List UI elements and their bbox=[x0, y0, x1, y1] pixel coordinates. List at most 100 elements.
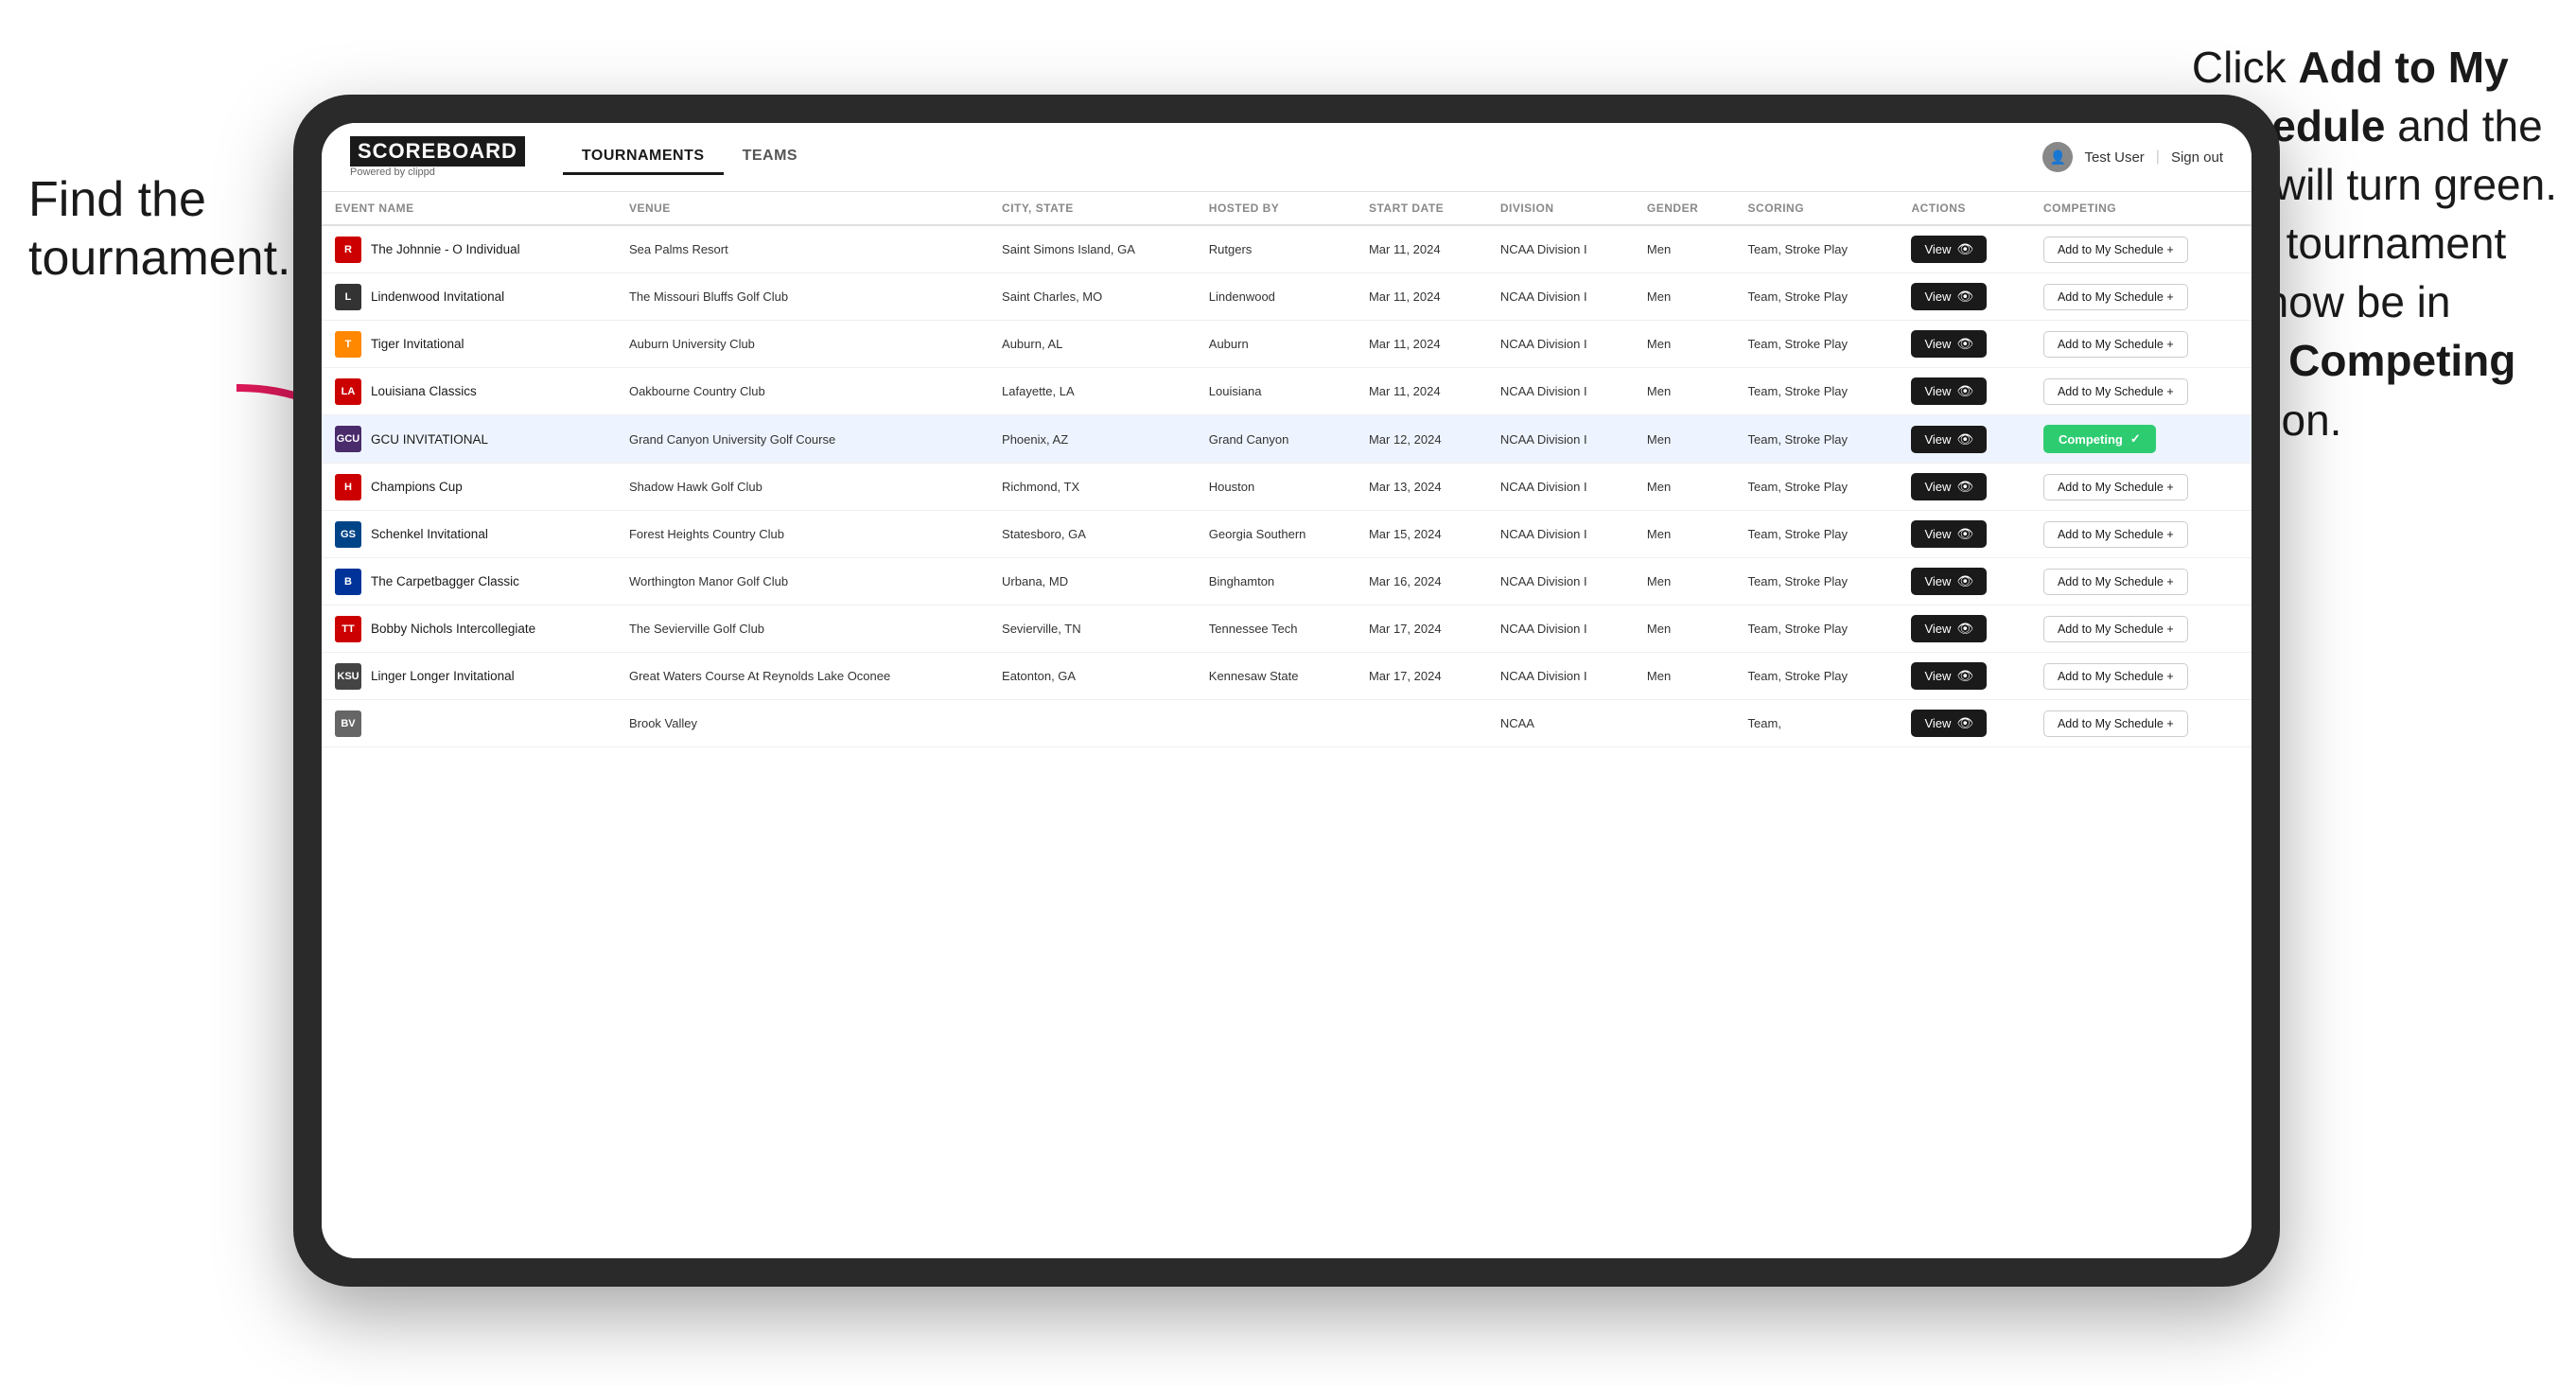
scoring-cell: Team, Stroke Play bbox=[1735, 511, 1899, 558]
team-logo: T bbox=[335, 331, 361, 358]
start-date-cell bbox=[1356, 700, 1487, 747]
view-button[interactable]: View 👁 bbox=[1911, 473, 1987, 500]
start-date-cell: Mar 11, 2024 bbox=[1356, 273, 1487, 321]
scoring-cell: Team, Stroke Play bbox=[1735, 368, 1899, 415]
tournaments-table: EVENT NAME VENUE CITY, STATE HOSTED BY S… bbox=[322, 192, 2252, 747]
add-to-schedule-button[interactable]: Add to My Schedule + bbox=[2043, 663, 2188, 690]
hosted-by-cell: Binghamton bbox=[1196, 558, 1356, 605]
hosted-by-cell: Houston bbox=[1196, 464, 1356, 511]
view-button[interactable]: View 👁 bbox=[1911, 520, 1987, 548]
team-logo: H bbox=[335, 474, 361, 500]
venue-cell: Great Waters Course At Reynolds Lake Oco… bbox=[616, 653, 989, 700]
eye-icon: 👁 bbox=[1956, 715, 1973, 731]
tab-tournaments[interactable]: TOURNAMENTS bbox=[563, 140, 724, 175]
add-to-schedule-button[interactable]: Add to My Schedule + bbox=[2043, 711, 2188, 737]
eye-icon: 👁 bbox=[1956, 431, 1973, 447]
view-button[interactable]: View 👁 bbox=[1911, 710, 1987, 737]
event-name-text: Linger Longer Invitational bbox=[371, 669, 515, 683]
view-button[interactable]: View 👁 bbox=[1911, 283, 1987, 310]
start-date-cell: Mar 17, 2024 bbox=[1356, 653, 1487, 700]
actions-cell: View 👁 bbox=[1898, 415, 2030, 464]
add-to-schedule-button[interactable]: Add to My Schedule + bbox=[2043, 331, 2188, 358]
team-logo: BV bbox=[335, 711, 361, 737]
table-row: GCU GCU INVITATIONAL Grand Canyon Univer… bbox=[322, 415, 2252, 464]
start-date-cell: Mar 15, 2024 bbox=[1356, 511, 1487, 558]
competing-cell: Add to My Schedule + bbox=[2030, 368, 2252, 415]
add-to-schedule-button[interactable]: Add to My Schedule + bbox=[2043, 237, 2188, 263]
city-state-cell bbox=[989, 700, 1196, 747]
competing-cell: Add to My Schedule + bbox=[2030, 225, 2252, 273]
start-date-cell: Mar 17, 2024 bbox=[1356, 605, 1487, 653]
gender-cell: Men bbox=[1634, 273, 1735, 321]
gender-cell: Men bbox=[1634, 511, 1735, 558]
actions-cell: View 👁 bbox=[1898, 321, 2030, 368]
city-state-cell: Richmond, TX bbox=[989, 464, 1196, 511]
division-cell: NCAA Division I bbox=[1487, 558, 1634, 605]
actions-cell: View 👁 bbox=[1898, 700, 2030, 747]
city-state-cell: Sevierville, TN bbox=[989, 605, 1196, 653]
col-gender: GENDER bbox=[1634, 192, 1735, 225]
division-cell: NCAA Division I bbox=[1487, 605, 1634, 653]
gender-cell: Men bbox=[1634, 368, 1735, 415]
hosted-by-cell: Lindenwood bbox=[1196, 273, 1356, 321]
view-button[interactable]: View 👁 bbox=[1911, 330, 1987, 358]
actions-cell: View 👁 bbox=[1898, 653, 2030, 700]
city-state-cell: Auburn, AL bbox=[989, 321, 1196, 368]
view-button[interactable]: View 👁 bbox=[1911, 236, 1987, 263]
table-body: R The Johnnie - O Individual Sea Palms R… bbox=[322, 225, 2252, 747]
event-name-cell: R The Johnnie - O Individual bbox=[322, 225, 616, 273]
eye-icon: 👁 bbox=[1956, 289, 1973, 305]
add-to-schedule-button[interactable]: Add to My Schedule + bbox=[2043, 569, 2188, 595]
nav-tabs: TOURNAMENTS TEAMS bbox=[563, 140, 816, 175]
logo-subtitle: Powered by clippd bbox=[350, 167, 525, 178]
competing-button[interactable]: Competing ✓ bbox=[2043, 425, 2156, 453]
gender-cell: Men bbox=[1634, 558, 1735, 605]
add-to-schedule-button[interactable]: Add to My Schedule + bbox=[2043, 616, 2188, 642]
tab-teams[interactable]: TEAMS bbox=[724, 140, 817, 175]
sign-out-link[interactable]: Sign out bbox=[2171, 149, 2223, 166]
col-actions: ACTIONS bbox=[1898, 192, 2030, 225]
eye-icon: 👁 bbox=[1956, 241, 1973, 257]
view-button[interactable]: View 👁 bbox=[1911, 426, 1987, 453]
event-name-text: Tiger Invitational bbox=[371, 337, 464, 351]
event-name-text: Bobby Nichols Intercollegiate bbox=[371, 622, 535, 636]
event-name-cell: LA Louisiana Classics bbox=[322, 368, 616, 415]
division-cell: NCAA Division I bbox=[1487, 225, 1634, 273]
add-to-schedule-button[interactable]: Add to My Schedule + bbox=[2043, 474, 2188, 500]
event-name-cell: BV bbox=[322, 700, 616, 747]
city-state-cell: Phoenix, AZ bbox=[989, 415, 1196, 464]
col-venue: VENUE bbox=[616, 192, 989, 225]
view-button[interactable]: View 👁 bbox=[1911, 377, 1987, 405]
venue-cell: The Sevierville Golf Club bbox=[616, 605, 989, 653]
start-date-cell: Mar 11, 2024 bbox=[1356, 225, 1487, 273]
scoring-cell: Team, Stroke Play bbox=[1735, 415, 1899, 464]
scoring-cell: Team, Stroke Play bbox=[1735, 464, 1899, 511]
event-name-text: Louisiana Classics bbox=[371, 384, 477, 398]
col-hosted-by: HOSTED BY bbox=[1196, 192, 1356, 225]
hosted-by-cell: Auburn bbox=[1196, 321, 1356, 368]
competing-cell: Add to My Schedule + bbox=[2030, 700, 2252, 747]
table-row: KSU Linger Longer Invitational Great Wat… bbox=[322, 653, 2252, 700]
add-to-schedule-button[interactable]: Add to My Schedule + bbox=[2043, 378, 2188, 405]
city-state-cell: Urbana, MD bbox=[989, 558, 1196, 605]
division-cell: NCAA Division I bbox=[1487, 511, 1634, 558]
venue-cell: Auburn University Club bbox=[616, 321, 989, 368]
view-button[interactable]: View 👁 bbox=[1911, 662, 1987, 690]
eye-icon: 👁 bbox=[1956, 668, 1973, 684]
view-button[interactable]: View 👁 bbox=[1911, 568, 1987, 595]
team-logo: L bbox=[335, 284, 361, 310]
event-name-cell: L Lindenwood Invitational bbox=[322, 273, 616, 321]
add-to-schedule-button[interactable]: Add to My Schedule + bbox=[2043, 284, 2188, 310]
view-button[interactable]: View 👁 bbox=[1911, 615, 1987, 642]
app-logo: SCOREBOARD bbox=[350, 136, 525, 167]
table-row: LA Louisiana Classics Oakbourne Country … bbox=[322, 368, 2252, 415]
team-logo: TT bbox=[335, 616, 361, 642]
event-name-text: Lindenwood Invitational bbox=[371, 289, 504, 304]
table-row: R The Johnnie - O Individual Sea Palms R… bbox=[322, 225, 2252, 273]
eye-icon: 👁 bbox=[1956, 573, 1973, 589]
col-event-name: EVENT NAME bbox=[322, 192, 616, 225]
add-to-schedule-button[interactable]: Add to My Schedule + bbox=[2043, 521, 2188, 548]
venue-cell: Shadow Hawk Golf Club bbox=[616, 464, 989, 511]
start-date-cell: Mar 11, 2024 bbox=[1356, 321, 1487, 368]
division-cell: NCAA Division I bbox=[1487, 464, 1634, 511]
